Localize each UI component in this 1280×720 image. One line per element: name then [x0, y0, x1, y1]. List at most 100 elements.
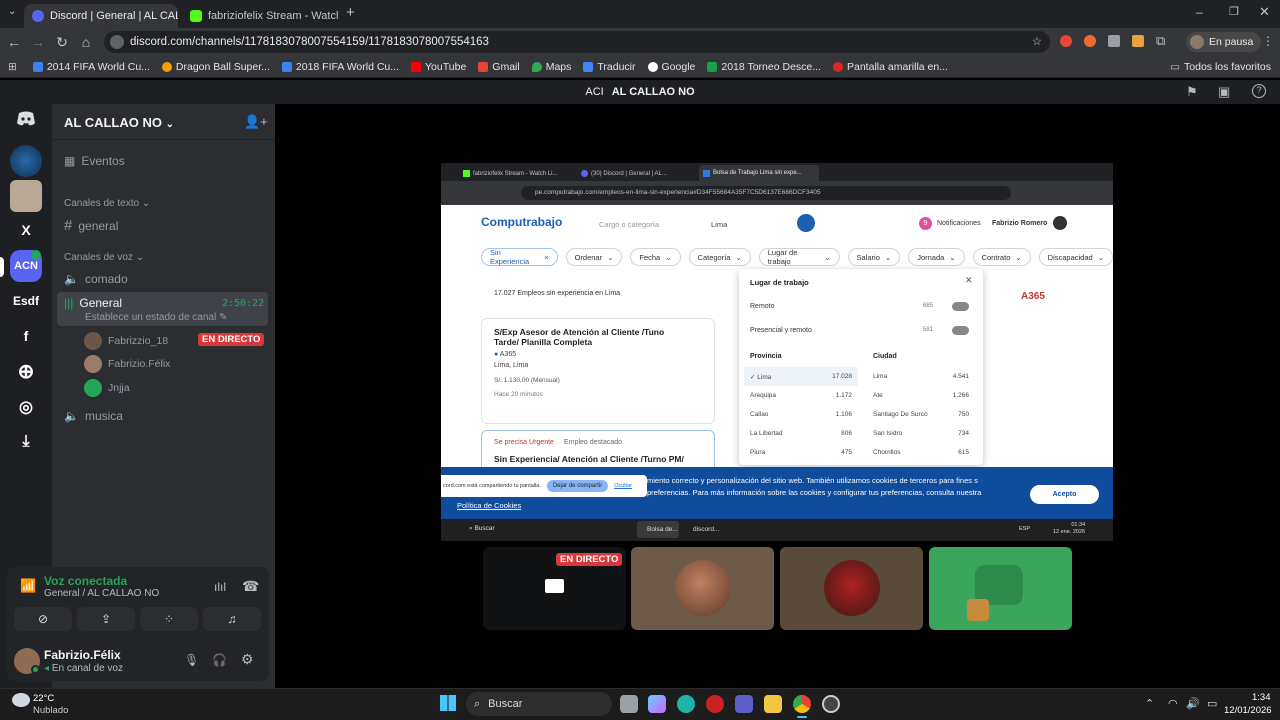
discord-favicon-icon	[581, 170, 588, 177]
inbox-flag-icon[interactable]: ⚑	[1186, 84, 1198, 100]
bookmark-item[interactable]: Google	[647, 61, 695, 73]
bookmark-item[interactable]: YouTube	[411, 61, 466, 73]
server-esdf[interactable]: Esdf	[10, 285, 42, 317]
participant-tile[interactable]	[631, 547, 774, 630]
participant-tile[interactable]	[780, 547, 923, 630]
bookmark-item[interactable]: Traducir	[583, 61, 636, 73]
chevron-down-icon: ⌄	[165, 119, 174, 130]
discover-compass-icon[interactable]: ◎	[10, 391, 42, 423]
voice-user-name: Fabrizzio_18	[108, 335, 169, 347]
bookmark-item[interactable]: Maps	[531, 61, 571, 73]
category-voice[interactable]: Canales de voz ⌄	[64, 252, 144, 263]
bookmark-item[interactable]: 2018 Torneo Desce...	[707, 61, 821, 73]
bookmark-item[interactable]: 2018 FIFA World Cu...	[281, 61, 399, 73]
participant-tile[interactable]	[929, 547, 1072, 630]
channel-comado[interactable]: 🔈 comado	[64, 272, 128, 286]
soundboard-wave-icon[interactable]: ılıl	[214, 580, 226, 594]
events-link[interactable]: ▦ Eventos	[64, 154, 125, 168]
disconnect-icon[interactable]: ☎	[242, 578, 259, 595]
dropdown-title: Lugar de trabajo	[750, 278, 809, 287]
task-view-icon[interactable]	[620, 695, 638, 713]
app-icon[interactable]	[706, 695, 724, 713]
back-icon[interactable]: ←	[2, 34, 26, 50]
server-avatar[interactable]	[10, 180, 42, 212]
channel-general-voice[interactable]: ||| General	[64, 296, 122, 310]
camera-button[interactable]: ⊘	[14, 607, 72, 631]
clock-date[interactable]: 12/01/2026	[1224, 705, 1272, 716]
channel-musica[interactable]: 🔈 musica	[64, 409, 123, 423]
bookmark-label: 2018 Torneo Desce...	[721, 60, 821, 73]
inbox-icon[interactable]: ▣	[1218, 84, 1230, 100]
voice-user[interactable]: Jnjja	[84, 379, 130, 397]
bookmark-item[interactable]: 2014 FIFA World Cu...	[32, 61, 150, 73]
voice-user[interactable]: Fabrizio.Félix	[84, 355, 170, 373]
profile-button[interactable]: En pausa	[1186, 32, 1262, 52]
server-f[interactable]: f	[10, 320, 42, 352]
channel-status[interactable]: Establece un estado de canal ✎	[85, 312, 227, 323]
stream-tab-label: (30) Discord | General | AL...	[591, 170, 667, 177]
volume-icon[interactable]: 🔊	[1186, 697, 1200, 710]
close-window-icon[interactable]: ✕	[1259, 4, 1270, 20]
activities-button[interactable]: ⁘	[140, 607, 198, 631]
taskbar-search[interactable]: ⌕ Buscar	[466, 692, 612, 716]
server-x[interactable]: X	[10, 214, 42, 246]
extension-icon[interactable]	[1060, 35, 1072, 47]
tray-chevron-icon[interactable]: ⌃	[1145, 697, 1154, 710]
soundboard-button[interactable]: ♫	[203, 607, 261, 631]
teams-icon[interactable]	[735, 695, 753, 713]
home-icon[interactable]: ⌂	[74, 34, 98, 50]
clock-time[interactable]: 1:34	[1252, 692, 1271, 703]
bookmark-item[interactable]: Gmail	[478, 61, 520, 73]
server-globe-icon[interactable]	[10, 145, 42, 177]
weather-icon[interactable]	[12, 693, 30, 707]
voice-connected-title[interactable]: Voz conectada	[44, 574, 127, 588]
signal-icon[interactable]: 📶	[20, 578, 36, 594]
site-info-icon[interactable]	[110, 35, 124, 49]
copilot-icon[interactable]	[648, 695, 666, 713]
discord-home-icon[interactable]	[10, 103, 42, 135]
invite-user-icon[interactable]: 👤+	[244, 114, 268, 130]
wifi-icon[interactable]: ◠	[1168, 697, 1178, 710]
stream-view[interactable]: fabriziofelix Stream - Watch Li... (30) …	[441, 163, 1113, 541]
add-server-icon[interactable]: ⊕	[10, 355, 42, 387]
edge-icon[interactable]	[677, 695, 695, 713]
toggle-switch	[952, 302, 969, 311]
share-screen-button[interactable]: ⇪	[77, 607, 135, 631]
maximize-icon[interactable]: ❐	[1229, 5, 1239, 18]
menu-dots-icon[interactable]: ⋮	[1262, 34, 1274, 48]
file-explorer-icon[interactable]	[764, 695, 782, 713]
bookmark-item[interactable]: Pantalla amarilla en...	[833, 61, 948, 73]
status-online-dot	[31, 665, 40, 674]
channel-general-text[interactable]: # general	[64, 217, 118, 234]
extension-icon[interactable]	[1108, 35, 1120, 47]
start-windows-icon[interactable]	[440, 695, 456, 711]
forward-icon[interactable]: →	[26, 34, 50, 50]
download-icon[interactable]: ⤓	[10, 426, 42, 458]
address-bar[interactable]: discord.com/channels/1178183078007554159…	[104, 31, 1050, 53]
minimize-icon[interactable]: –	[1196, 5, 1203, 19]
apps-grid-icon[interactable]: ⊞	[8, 61, 17, 73]
extensions-puzzle-icon[interactable]: ⧉	[1156, 33, 1165, 49]
settings-gear-icon[interactable]: ⚙	[241, 651, 254, 668]
chrome-icon[interactable]	[793, 695, 811, 713]
extension-icon[interactable]	[1132, 35, 1144, 47]
notif-count: 9	[919, 217, 932, 230]
app-icon[interactable]	[822, 695, 840, 713]
battery-icon[interactable]: ▭	[1207, 697, 1217, 710]
reload-icon[interactable]: ↻	[50, 34, 74, 51]
category-text[interactable]: Canales de texto ⌄	[64, 198, 150, 209]
tab-kick-stream[interactable]: fabriziofelix Stream - Watch Liv... ×	[182, 4, 338, 28]
bookmark-item[interactable]: Dragon Ball Super...	[161, 61, 270, 73]
headphones-icon[interactable]: 🎧	[212, 653, 227, 667]
help-icon[interactable]: ?	[1252, 84, 1266, 98]
voice-user[interactable]: Fabrizzio_18	[84, 332, 168, 350]
server-name-header[interactable]: AL CALLAO NO ⌄	[64, 115, 174, 130]
tab-list-chevron-icon[interactable]: ⌄	[8, 6, 16, 17]
bookmark-star-icon[interactable]: ☆	[1032, 34, 1042, 48]
participant-tile-stream[interactable]: EN DIRECTO	[483, 547, 626, 630]
microphone-icon[interactable]: 🎙	[184, 653, 199, 667]
new-tab-button[interactable]: +	[346, 4, 355, 21]
tab-discord[interactable]: Discord | General | AL CALL... ×	[24, 4, 178, 28]
extension-icon[interactable]	[1084, 35, 1096, 47]
all-bookmarks[interactable]: ▭ Todos los favoritos	[1170, 61, 1271, 73]
